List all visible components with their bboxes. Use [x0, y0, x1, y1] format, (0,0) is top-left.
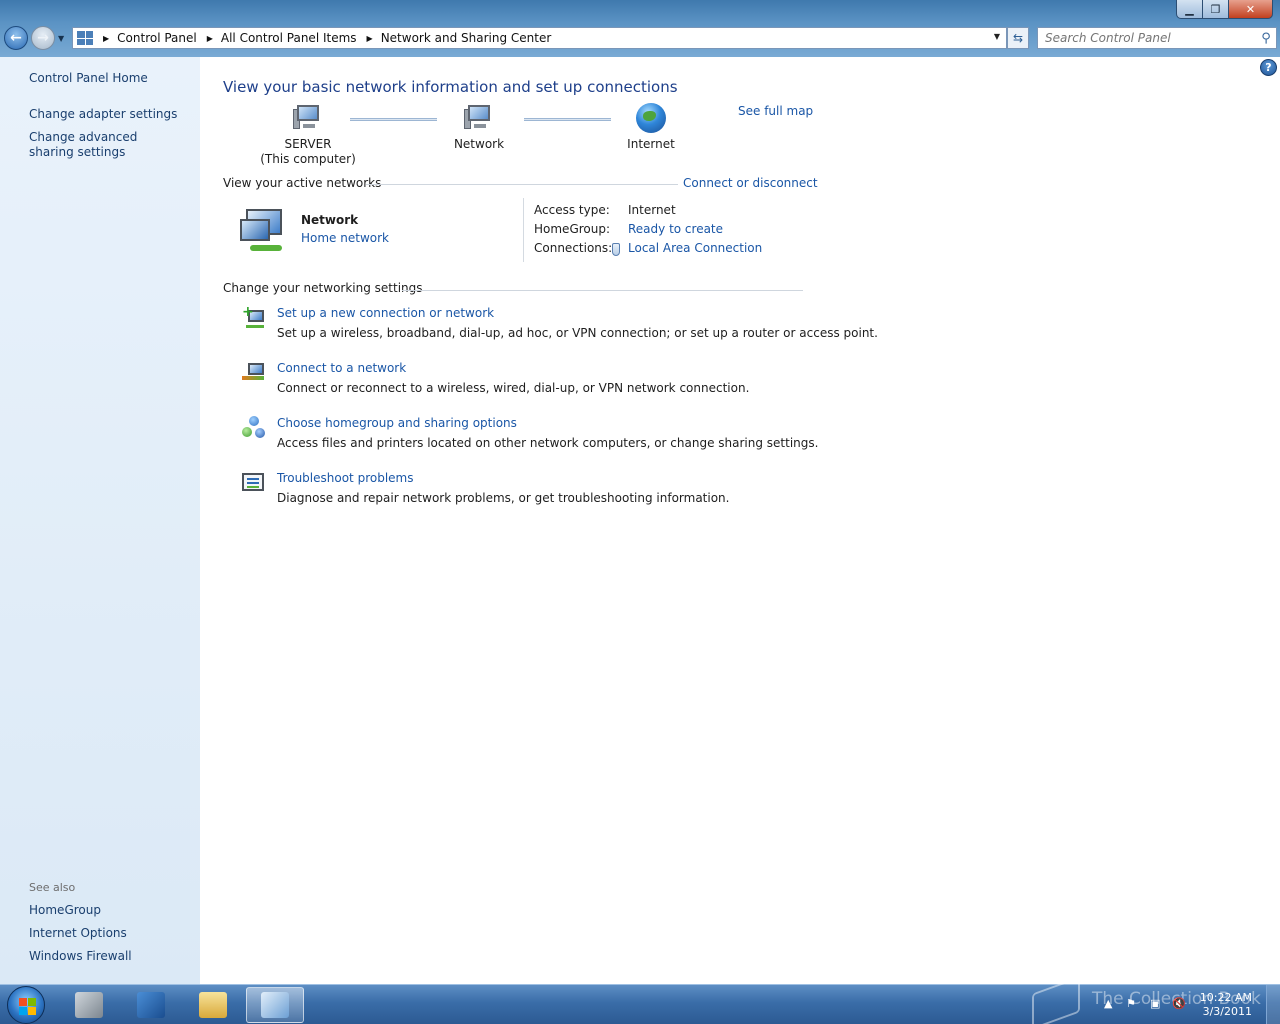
computer-note: (This computer)	[260, 152, 356, 166]
network-adapter-icon	[240, 209, 290, 255]
task-homegroup-desc: Access files and printers located on oth…	[277, 436, 819, 450]
show-desktop-button[interactable]	[1266, 985, 1280, 1024]
window-frame: ▁ ❐ ✕ ← → ▼ ▶ Control Panel ▶ All Contro…	[0, 0, 1280, 57]
change-adapter-settings-link[interactable]: Change adapter settings	[29, 107, 177, 122]
arrow-left-icon: ←	[10, 30, 22, 46]
control-panel-icon	[261, 992, 289, 1018]
network-icon	[464, 105, 494, 131]
start-button[interactable]	[7, 986, 45, 1024]
main-content: ? View your basic network information an…	[200, 57, 1280, 984]
forward-button[interactable]: →	[31, 26, 55, 50]
local-area-connection-link[interactable]: Local Area Connection	[628, 241, 762, 255]
connections-label: Connections:	[534, 241, 613, 255]
see-full-map-link[interactable]: See full map	[738, 104, 813, 118]
access-type-label: Access type:	[534, 203, 610, 217]
task-troubleshoot-desc: Diagnose and repair network problems, or…	[277, 491, 730, 505]
breadcrumb-control-panel[interactable]: Control Panel	[117, 31, 197, 45]
window-controls: ▁ ❐ ✕	[1176, 0, 1273, 20]
server-manager-icon	[75, 992, 103, 1018]
volume-muted-icon[interactable]: 🔇	[1172, 997, 1186, 1010]
see-also-label: See also	[29, 881, 76, 894]
taskbar-control-panel[interactable]	[246, 987, 304, 1023]
breadcrumb-all-items[interactable]: All Control Panel Items	[221, 31, 357, 45]
access-type-value: Internet	[628, 203, 676, 217]
network-label: Network	[453, 137, 505, 151]
recent-pages-dropdown[interactable]: ▼	[58, 34, 64, 43]
breadcrumb-chevron-icon[interactable]: ▶	[367, 34, 373, 43]
taskbar-server-manager[interactable]	[60, 987, 118, 1023]
action-center-flag-icon[interactable]: ⚑	[1126, 997, 1136, 1010]
map-connector-line	[524, 118, 611, 121]
page-title: View your basic network information and …	[223, 78, 678, 96]
task-connect-network-desc: Connect or reconnect to a wireless, wire…	[277, 381, 750, 395]
active-networks-label: View your active networks	[223, 176, 382, 190]
active-network-name: Network	[301, 213, 359, 227]
homegroup-icon	[242, 416, 266, 440]
troubleshoot-icon	[242, 471, 266, 495]
address-dropdown-icon[interactable]: ▼	[994, 32, 1000, 41]
section-divider	[402, 290, 803, 291]
new-connection-icon: +	[242, 305, 266, 330]
map-node-network[interactable]: Network	[444, 105, 514, 152]
internet-options-link[interactable]: Internet Options	[29, 926, 127, 941]
ethernet-plug-icon	[612, 243, 620, 256]
windows-firewall-link[interactable]: Windows Firewall	[29, 949, 132, 964]
task-troubleshoot-link[interactable]: Troubleshoot problems	[277, 471, 413, 485]
change-settings-label: Change your networking settings	[223, 281, 423, 295]
show-hidden-icons[interactable]: ▲	[1104, 997, 1112, 1010]
close-button[interactable]: ✕	[1229, 0, 1273, 19]
vertical-divider	[523, 198, 524, 262]
map-node-internet[interactable]: Internet	[616, 103, 686, 152]
breadcrumb-chevron-icon[interactable]: ▶	[207, 34, 213, 43]
taskbar-powershell[interactable]	[122, 987, 180, 1023]
connect-network-icon	[242, 361, 266, 385]
left-pane: Control Panel Home Change adapter settin…	[0, 57, 200, 984]
back-button[interactable]: ←	[4, 26, 28, 50]
search-icon[interactable]: ⚲	[1256, 31, 1276, 46]
task-homegroup-link[interactable]: Choose homegroup and sharing options	[277, 416, 517, 430]
map-node-computer: SERVER (This computer)	[258, 105, 358, 167]
computer-icon	[293, 105, 323, 131]
help-icon[interactable]: ?	[1260, 59, 1277, 76]
breadcrumb-chevron-icon[interactable]: ▶	[103, 34, 109, 43]
connect-or-disconnect-link[interactable]: Connect or disconnect	[683, 176, 818, 190]
section-divider	[366, 184, 678, 185]
taskbar: The Collection Book ▲ ⚑ ▣ 🔇 10:22 AM 3/3…	[0, 976, 1280, 1024]
task-setup-connection-link[interactable]: Set up a new connection or network	[277, 306, 494, 320]
internet-label: Internet	[627, 137, 675, 151]
homegroup-ready-link[interactable]: Ready to create	[628, 222, 723, 236]
taskbar-explorer[interactable]	[184, 987, 242, 1023]
task-connect-network-link[interactable]: Connect to a network	[277, 361, 406, 375]
arrow-right-icon: →	[37, 30, 49, 46]
network-type-link[interactable]: Home network	[301, 231, 389, 245]
refresh-icon: ⇆	[1012, 31, 1024, 45]
clock-date: 3/3/2011	[1202, 1005, 1252, 1018]
system-clock[interactable]: 10:22 AM 3/3/2011	[1200, 991, 1252, 1019]
address-bar[interactable]: ▶ Control Panel ▶ All Control Panel Item…	[72, 27, 1007, 49]
computer-name: SERVER	[284, 137, 332, 151]
homegroup-label: HomeGroup:	[534, 222, 611, 236]
search-box[interactable]: ⚲	[1037, 27, 1277, 49]
network-tray-icon[interactable]: ▣	[1150, 997, 1160, 1010]
breadcrumb-network-sharing[interactable]: Network and Sharing Center	[381, 31, 552, 45]
map-connector-line	[350, 118, 437, 121]
restore-button[interactable]: ❐	[1203, 0, 1229, 19]
book-watermark-icon	[1032, 976, 1080, 1024]
powershell-icon	[137, 992, 165, 1018]
clock-time: 10:22 AM	[1199, 991, 1252, 1004]
control-panel-icon	[77, 31, 93, 45]
folder-icon	[199, 992, 227, 1018]
change-advanced-sharing-link[interactable]: Change advanced sharing settings	[29, 130, 179, 160]
minimize-button[interactable]: ▁	[1176, 0, 1203, 19]
refresh-button[interactable]: ⇆	[1007, 27, 1029, 49]
globe-icon	[636, 103, 666, 133]
homegroup-link[interactable]: HomeGroup	[29, 903, 101, 918]
search-input[interactable]	[1045, 31, 1256, 45]
control-panel-home-link[interactable]: Control Panel Home	[29, 71, 148, 86]
task-setup-connection-desc: Set up a wireless, broadband, dial-up, a…	[277, 326, 878, 340]
